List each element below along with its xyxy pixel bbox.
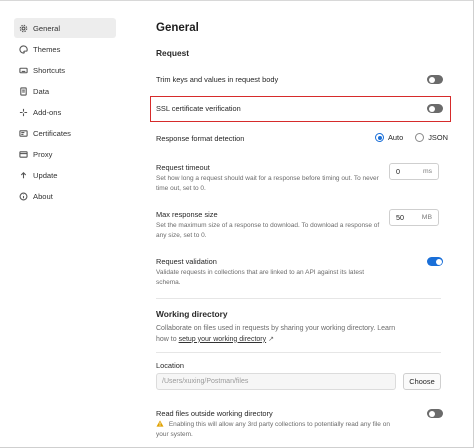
keyboard-icon [19,66,28,75]
warning-icon [156,420,164,427]
sidebar-item-label: Update [33,170,58,180]
setting-label: Read files outside working directory [156,409,273,418]
unit-label: ms [422,168,432,175]
input-value: 0 [396,167,400,176]
working-directory-description: Collaborate on files used in requests by… [156,322,456,345]
setting-request-validation: Request validation Validate requests in … [156,257,456,287]
setting-description: Validate requests in collections that ar… [156,269,364,286]
gear-icon [19,24,28,33]
response-format-auto-radio[interactable] [375,133,384,142]
input-value: 50 [396,213,404,222]
sidebar-item-proxy[interactable]: Proxy [14,144,116,164]
sidebar-item-update[interactable]: Update [14,165,116,185]
request-validation-toggle[interactable] [427,257,443,266]
sidebar-item-label: Shortcuts [33,65,66,75]
location-label: Location [156,361,184,370]
ssl-highlight-annotation [150,96,451,122]
sidebar-item-themes[interactable]: Themes [14,39,116,59]
section-title-working-directory: Working directory [156,309,228,319]
trim-keys-toggle[interactable] [427,75,443,84]
setting-description: Set how long a request should wait for a… [156,175,379,192]
setting-warning: Enabling this will allow any 3rd party c… [156,420,401,439]
external-link-icon: ↗ [268,335,274,343]
proxy-icon [19,150,28,159]
setting-read-outside-working-dir: Read files outside working directory Ena… [156,409,456,439]
unit-label: MB [421,214,432,221]
sidebar-item-add-ons[interactable]: Add-ons [14,102,116,122]
database-icon [19,86,28,96]
page-title: General [156,22,199,34]
sidebar-item-shortcuts[interactable]: Shortcuts [14,60,116,80]
sidebar-item-label: Certificates [33,128,71,138]
update-icon [19,171,28,180]
request-timeout-input[interactable]: 0 ms [389,163,439,180]
sidebar-item-label: Themes [33,44,61,54]
setup-working-directory-link[interactable]: setup your working directory [179,336,267,343]
sidebar-item-data[interactable]: Data [14,81,116,101]
sidebar-item-about[interactable]: About [14,186,116,206]
response-format-json-radio[interactable] [415,133,425,142]
sparkle-icon [19,108,28,117]
sidebar-item-general[interactable]: General [14,18,116,38]
settings-main: General Request Trim keys and values in … [156,0,456,448]
sidebar-item-certificates[interactable]: Certificates [14,123,116,143]
sidebar-item-label: Proxy [33,149,53,159]
certificate-icon [19,129,28,138]
section-title-request: Request [156,48,190,58]
sidebar-item-label: Add-ons [33,107,62,117]
choose-directory-button[interactable]: Choose [403,373,441,390]
section-divider [156,352,441,353]
setting-label: Trim keys and values in request body [156,75,279,84]
radio-label-json[interactable]: JSON [428,133,448,142]
location-field: Location [156,361,456,370]
working-directory-path-input[interactable]: /Users/xuxing/Postman/files [156,373,396,390]
setting-trim-keys: Trim keys and values in request body [156,75,456,84]
sidebar-item-label: General [33,23,61,33]
sidebar-item-label: About [33,191,53,201]
sidebar-item-label: Data [33,86,50,96]
info-icon [19,192,28,201]
max-response-size-input[interactable]: 50 MB [389,209,439,226]
setting-description: Set the maximum size of a response to do… [156,222,380,239]
response-format-radio-group: Auto JSON [375,133,460,142]
warning-text: Enabling this will allow any 3rd party c… [156,421,390,438]
section-divider [156,298,441,299]
radio-label-auto[interactable]: Auto [388,133,403,142]
setting-label: Request validation [156,257,217,266]
settings-sidebar: General Themes Shortcuts Data Add-ons Ce… [14,18,116,207]
palette-icon [19,44,28,54]
read-outside-working-dir-toggle[interactable] [427,409,443,418]
